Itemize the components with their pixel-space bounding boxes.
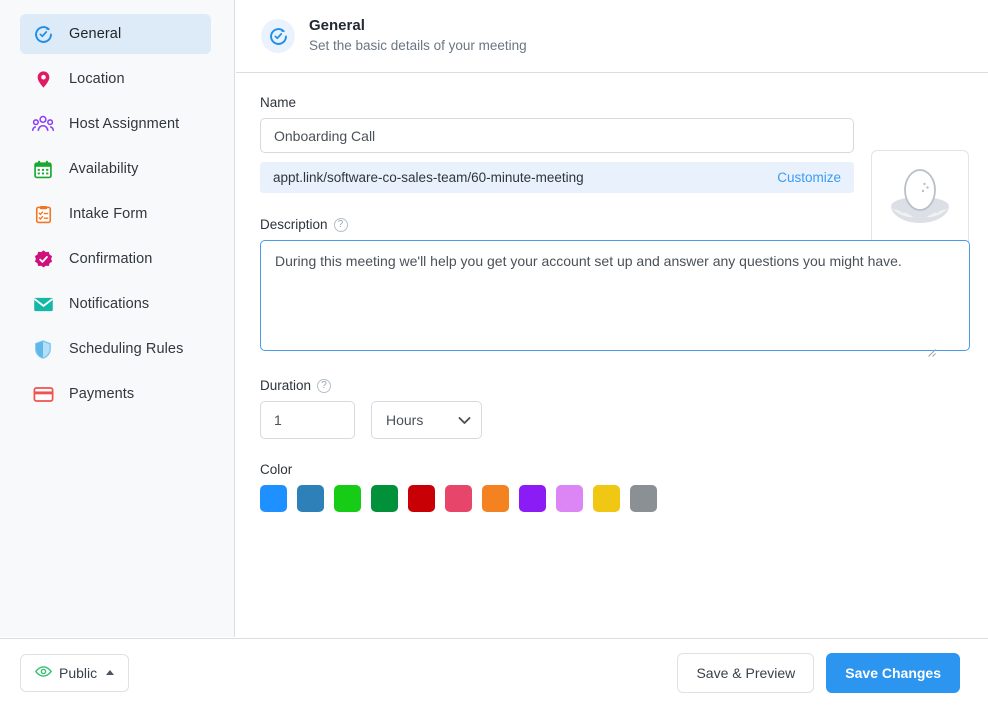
sidebar-item-payments[interactable]: Payments bbox=[20, 374, 211, 414]
meeting-settings-window: General Location Host Assignment Availab… bbox=[0, 0, 988, 706]
envelope-icon bbox=[32, 293, 54, 315]
question-mark-icon[interactable]: ? bbox=[333, 217, 348, 232]
caret-up-icon bbox=[106, 670, 115, 675]
panel-body: Name appt.link/software-co-sales-team/60… bbox=[236, 73, 988, 512]
duration-unit-select[interactable]: Hours bbox=[371, 401, 482, 439]
clock-check-icon bbox=[261, 19, 295, 53]
sidebar-item-label: Scheduling Rules bbox=[69, 341, 184, 357]
color-swatch-10[interactable] bbox=[630, 485, 657, 512]
check-badge-icon bbox=[32, 248, 54, 270]
users-group-icon bbox=[32, 113, 54, 135]
color-swatch-6[interactable] bbox=[482, 485, 509, 512]
sidebar-item-label: Availability bbox=[69, 161, 139, 177]
save-preview-button[interactable]: Save & Preview bbox=[677, 652, 815, 693]
shield-icon bbox=[32, 338, 54, 360]
visibility-label: Public bbox=[59, 664, 98, 681]
question-mark-icon[interactable]: ? bbox=[317, 378, 332, 393]
duration-label: Duration ? bbox=[260, 378, 963, 393]
page-subtitle: Set the basic details of your meeting bbox=[309, 37, 527, 53]
credit-card-icon bbox=[32, 383, 54, 405]
description-label: Description ? bbox=[260, 217, 963, 232]
color-swatch-9[interactable] bbox=[593, 485, 620, 512]
duration-value-input[interactable] bbox=[260, 401, 355, 439]
meeting-url-text: appt.link/software-co-sales-team/60-minu… bbox=[273, 170, 584, 185]
sidebar-item-label: Notifications bbox=[69, 296, 150, 312]
visibility-dropdown-button[interactable]: Public bbox=[20, 653, 130, 692]
color-swatch-1[interactable] bbox=[297, 485, 324, 512]
description-textarea[interactable] bbox=[260, 240, 970, 351]
clipboard-check-icon bbox=[32, 203, 54, 225]
sidebar-item-label: Intake Form bbox=[69, 206, 148, 222]
color-swatch-8[interactable] bbox=[556, 485, 583, 512]
duration-label-text: Duration bbox=[260, 378, 312, 393]
name-field-group: Name bbox=[260, 95, 963, 153]
settings-sidebar: General Location Host Assignment Availab… bbox=[0, 0, 235, 637]
color-swatch-5[interactable] bbox=[445, 485, 472, 512]
sidebar-item-scheduling-rules[interactable]: Scheduling Rules bbox=[20, 329, 211, 369]
sidebar-item-host-assignment[interactable]: Host Assignment bbox=[20, 104, 211, 144]
calendar-icon bbox=[32, 158, 54, 180]
sidebar-item-notifications[interactable]: Notifications bbox=[20, 284, 211, 324]
customize-url-link[interactable]: Customize bbox=[777, 170, 841, 185]
sidebar-item-confirmation[interactable]: Confirmation bbox=[20, 239, 211, 279]
sidebar-item-intake-form[interactable]: Intake Form bbox=[20, 194, 211, 234]
map-pin-icon bbox=[32, 68, 54, 90]
sidebar-item-label: Confirmation bbox=[69, 251, 153, 267]
duration-field-group: Duration ? Hours bbox=[260, 378, 963, 439]
color-swatch-3[interactable] bbox=[371, 485, 398, 512]
meeting-url-bar: appt.link/software-co-sales-team/60-minu… bbox=[260, 162, 854, 193]
sidebar-item-general[interactable]: General bbox=[20, 14, 211, 54]
sidebar-item-label: Host Assignment bbox=[69, 116, 180, 132]
save-changes-button[interactable]: Save Changes bbox=[826, 652, 960, 693]
color-swatch-4[interactable] bbox=[408, 485, 435, 512]
duration-unit-value: Hours bbox=[386, 412, 424, 428]
description-field-group: Description ? bbox=[260, 217, 970, 357]
color-swatch-7[interactable] bbox=[519, 485, 546, 512]
footer-right-actions: Save & Preview Save Changes bbox=[677, 652, 968, 693]
color-field-group: Color bbox=[260, 462, 963, 512]
eye-icon bbox=[35, 665, 52, 681]
color-swatch-0[interactable] bbox=[260, 485, 287, 512]
color-swatch-2[interactable] bbox=[334, 485, 361, 512]
meeting-name-input[interactable] bbox=[260, 118, 854, 153]
sidebar-item-label: General bbox=[69, 26, 122, 42]
description-label-text: Description bbox=[260, 217, 328, 232]
clock-check-icon bbox=[32, 23, 54, 45]
settings-content: General Set the basic details of your me… bbox=[236, 0, 988, 637]
chevron-down-icon bbox=[458, 412, 471, 428]
footer-action-bar: Public Save & Preview Save Changes bbox=[0, 638, 988, 706]
page-title: General bbox=[309, 17, 365, 35]
name-label: Name bbox=[260, 95, 297, 110]
color-label: Color bbox=[260, 462, 293, 477]
sidebar-item-label: Location bbox=[69, 71, 125, 87]
color-swatch-list bbox=[260, 485, 963, 512]
panel-header: General Set the basic details of your me… bbox=[236, 0, 988, 73]
sidebar-item-label: Payments bbox=[69, 386, 135, 402]
sidebar-item-availability[interactable]: Availability bbox=[20, 149, 211, 189]
sidebar-item-location[interactable]: Location bbox=[20, 59, 211, 99]
